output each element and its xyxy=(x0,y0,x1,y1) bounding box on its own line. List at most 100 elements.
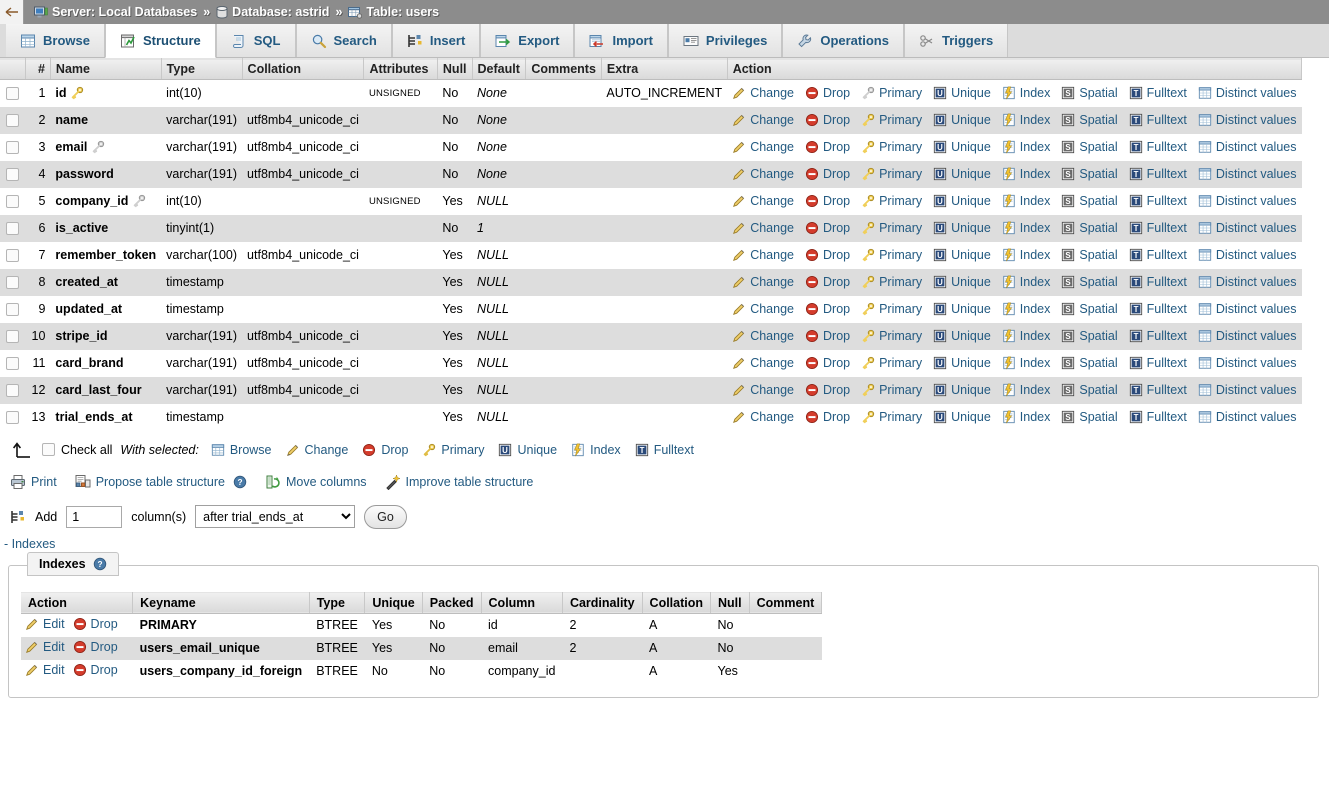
row-checkbox[interactable] xyxy=(6,222,20,236)
indexes-anchor-link[interactable]: - Indexes xyxy=(0,533,1329,551)
tab-search[interactable]: Search xyxy=(295,24,392,57)
unique-action[interactable]: U Unique xyxy=(933,221,991,235)
fulltext-action[interactable]: T Fulltext xyxy=(1129,140,1187,154)
change-action[interactable]: Change xyxy=(732,383,794,397)
fulltext-action[interactable]: T Fulltext xyxy=(1129,221,1187,235)
primary-action[interactable]: Primary xyxy=(861,194,922,208)
fulltext-action[interactable]: T Fulltext xyxy=(1129,167,1187,181)
index-action[interactable]: Index xyxy=(1002,221,1050,235)
breadcrumb-item-database[interactable]: Database: astrid xyxy=(216,5,329,19)
tab-privileges[interactable]: Privileges xyxy=(667,24,783,57)
spatial-action[interactable]: S Spatial xyxy=(1061,275,1118,289)
change-action[interactable]: Change xyxy=(732,221,794,235)
row-checkbox[interactable] xyxy=(6,114,20,128)
fulltext-action[interactable]: T Fulltext xyxy=(1129,113,1187,127)
index-action[interactable]: Index xyxy=(1002,248,1050,262)
tab-browse[interactable]: Browse xyxy=(6,24,105,57)
check-all-toggle[interactable]: Check all xyxy=(42,443,112,457)
row-checkbox[interactable] xyxy=(6,411,20,425)
add-column-count-input[interactable] xyxy=(66,505,123,528)
row-checkbox[interactable] xyxy=(6,384,20,398)
primary-action[interactable]: Primary xyxy=(861,302,922,316)
drop-action[interactable]: Drop xyxy=(805,356,850,370)
unique-action[interactable]: U Unique xyxy=(933,383,991,397)
change-action[interactable]: Change xyxy=(732,356,794,370)
index-action[interactable]: Index xyxy=(1002,383,1050,397)
primary-action[interactable]: Primary xyxy=(861,113,922,127)
primary-action[interactable]: Primary xyxy=(861,86,922,100)
index-action[interactable]: Index xyxy=(1002,140,1050,154)
header-default[interactable]: Default xyxy=(472,58,527,80)
column-name[interactable]: trial_ends_at xyxy=(50,404,161,431)
drop-action[interactable]: Drop xyxy=(805,275,850,289)
index-action[interactable]: Index xyxy=(1002,329,1050,343)
add-column-go-button[interactable]: Go xyxy=(364,504,407,529)
spatial-action[interactable]: S Spatial xyxy=(1061,383,1118,397)
drop-action[interactable]: Drop xyxy=(805,302,850,316)
unique-action[interactable]: U Unique xyxy=(933,248,991,262)
column-name[interactable]: updated_at xyxy=(50,296,161,323)
unique-action[interactable]: U Unique xyxy=(933,410,991,424)
bulk-unique-button[interactable]: U Unique xyxy=(498,443,557,457)
column-name[interactable]: password xyxy=(50,161,161,188)
row-checkbox[interactable] xyxy=(6,87,20,101)
propose-table-structure-button[interactable]: Propose table structure xyxy=(75,474,225,490)
drop-action[interactable]: Drop xyxy=(805,329,850,343)
fulltext-action[interactable]: T Fulltext xyxy=(1129,410,1187,424)
drop-action[interactable]: Drop xyxy=(805,410,850,424)
bulk-change-button[interactable]: Change xyxy=(286,443,348,457)
column-name[interactable]: card_brand xyxy=(50,350,161,377)
spatial-action[interactable]: S Spatial xyxy=(1061,302,1118,316)
breadcrumb-item-table[interactable]: Table: users xyxy=(348,5,439,19)
header-name[interactable]: Name xyxy=(50,58,162,80)
spatial-action[interactable]: S Spatial xyxy=(1061,356,1118,370)
header-num[interactable]: # xyxy=(25,58,51,80)
unique-action[interactable]: U Unique xyxy=(933,329,991,343)
row-checkbox[interactable] xyxy=(6,357,20,371)
index-edit-action[interactable]: Edit xyxy=(25,663,65,677)
unique-action[interactable]: U Unique xyxy=(933,167,991,181)
index-drop-action[interactable]: Drop xyxy=(73,640,118,654)
bulk-index-button[interactable]: Index xyxy=(571,443,621,457)
unique-action[interactable]: U Unique xyxy=(933,86,991,100)
drop-action[interactable]: Drop xyxy=(805,113,850,127)
index-edit-action[interactable]: Edit xyxy=(25,617,65,631)
primary-action[interactable]: Primary xyxy=(861,167,922,181)
column-name[interactable]: email xyxy=(50,134,161,161)
row-checkbox[interactable] xyxy=(6,276,20,290)
primary-action[interactable]: Primary xyxy=(861,383,922,397)
header-extra[interactable]: Extra xyxy=(601,58,728,80)
index-action[interactable]: Index xyxy=(1002,167,1050,181)
drop-action[interactable]: Drop xyxy=(805,194,850,208)
primary-action[interactable]: Primary xyxy=(861,221,922,235)
tab-structure[interactable]: Structure xyxy=(104,24,216,58)
bulk-drop-button[interactable]: Drop xyxy=(362,443,408,457)
change-action[interactable]: Change xyxy=(732,410,794,424)
column-name[interactable]: id xyxy=(50,80,161,107)
fulltext-action[interactable]: T Fulltext xyxy=(1129,248,1187,262)
tab-triggers[interactable]: Triggers xyxy=(903,24,1009,57)
distinct-values-action[interactable]: Distinct values xyxy=(1198,248,1297,262)
tab-export[interactable]: Export xyxy=(480,24,575,57)
distinct-values-action[interactable]: Distinct values xyxy=(1198,113,1297,127)
tab-operations[interactable]: Operations xyxy=(782,24,904,57)
index-action[interactable]: Index xyxy=(1002,410,1050,424)
unique-action[interactable]: U Unique xyxy=(933,194,991,208)
add-column-position-select[interactable]: after trial_ends_at xyxy=(195,505,356,528)
header-null[interactable]: Null xyxy=(437,58,473,80)
fulltext-action[interactable]: T Fulltext xyxy=(1129,194,1187,208)
unique-action[interactable]: U Unique xyxy=(933,113,991,127)
primary-action[interactable]: Primary xyxy=(861,329,922,343)
bulk-fulltext-button[interactable]: T Fulltext xyxy=(635,443,694,457)
spatial-action[interactable]: S Spatial xyxy=(1061,86,1118,100)
bulk-browse-button[interactable]: Browse xyxy=(211,443,272,457)
index-action[interactable]: Index xyxy=(1002,302,1050,316)
column-name[interactable]: company_id xyxy=(50,188,161,215)
bulk-primary-button[interactable]: Primary xyxy=(422,443,484,457)
drop-action[interactable]: Drop xyxy=(805,248,850,262)
spatial-action[interactable]: S Spatial xyxy=(1061,221,1118,235)
drop-action[interactable]: Drop xyxy=(805,221,850,235)
unique-action[interactable]: U Unique xyxy=(933,140,991,154)
tab-import[interactable]: Import xyxy=(574,24,668,57)
index-drop-action[interactable]: Drop xyxy=(73,617,118,631)
